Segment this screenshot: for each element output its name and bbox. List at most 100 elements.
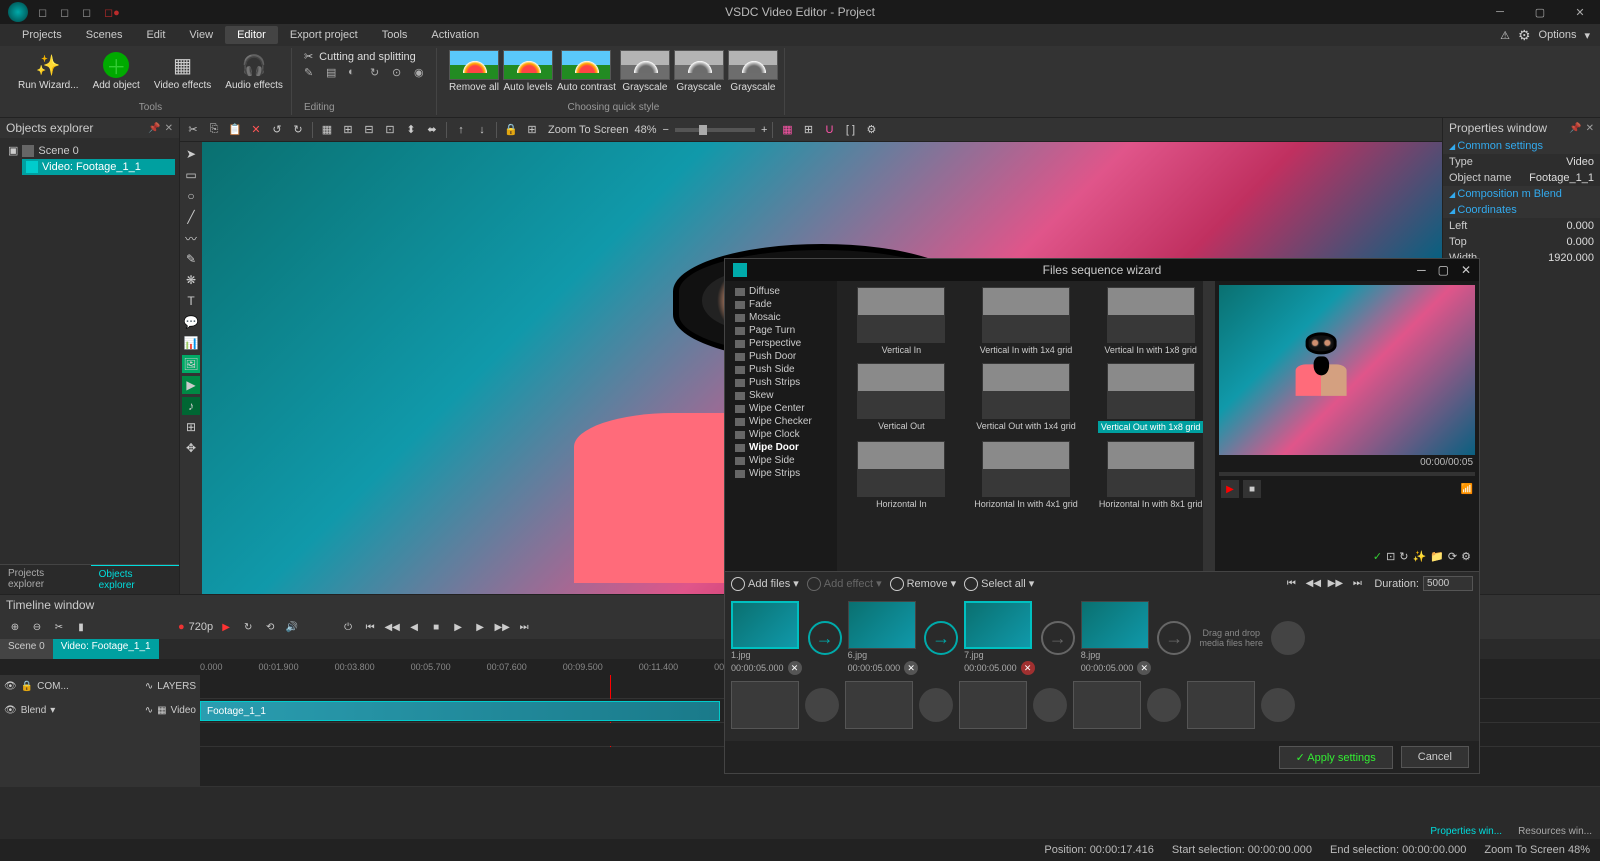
tl-step-fwd[interactable]: ▶ <box>471 618 489 636</box>
transition-item[interactable]: Push Door <box>729 350 833 363</box>
style-grayscale-2[interactable]: Grayscale <box>674 50 724 93</box>
rotate-icon[interactable]: ↻ <box>1399 550 1408 563</box>
pin-icon[interactable]: 📌 <box>148 123 160 134</box>
tree-video-node[interactable]: Video: Footage_1_1 <box>22 159 175 175</box>
folder-icon[interactable]: 📁 <box>1430 550 1444 563</box>
confirm-icon[interactable]: ✓ <box>1373 550 1382 563</box>
refresh-icon[interactable]: ⟳ <box>1448 550 1457 563</box>
transition-item[interactable]: Fade <box>729 298 833 311</box>
ptb-paste[interactable]: 📋 <box>226 121 244 139</box>
ptb-copy[interactable]: ⎘ <box>205 121 223 139</box>
sequence-item[interactable]: 1.jpg00:00:05.000✕ <box>731 601 802 675</box>
tl-cut[interactable]: ✂ <box>50 618 68 636</box>
ptb-align-4[interactable]: ⊡ <box>381 121 399 139</box>
menu-editor[interactable]: Editor <box>225 26 278 44</box>
crop-icon[interactable]: ⊡ <box>1386 550 1395 563</box>
sequence-arrow-icon[interactable]: → <box>808 621 842 655</box>
transition-item[interactable]: Wipe Checker <box>729 415 833 428</box>
volume-icon[interactable]: 📶 <box>1461 484 1473 495</box>
sequence-arrow-icon[interactable]: → <box>1157 621 1191 655</box>
track-header-2[interactable]: 👁 Blend ▾ ∿ ▦ Video <box>0 699 200 722</box>
sequence-drop-zone[interactable]: Drag and drop media files here <box>1197 620 1265 656</box>
track-header-empty2[interactable] <box>0 747 200 786</box>
status-tab-properties[interactable]: Properties win... <box>1422 824 1510 839</box>
effects-icon[interactable]: ✨ <box>1413 550 1427 563</box>
close-icon[interactable]: ✕ <box>165 123 173 134</box>
tree-scene-node[interactable]: ▣ Scene 0 <box>4 142 175 159</box>
eye-icon[interactable]: 👁 <box>4 681 17 692</box>
tl-tab-video[interactable]: Video: Footage_1_1 <box>53 639 159 659</box>
close-icon[interactable]: ✕ <box>1586 123 1594 134</box>
sequence-item[interactable]: 7.jpg00:00:05.000✕ <box>964 601 1035 675</box>
tool-chart[interactable]: 📊 <box>182 334 200 352</box>
ptb-gear[interactable]: ⚙ <box>862 121 880 139</box>
edit-tool-5[interactable]: ⊙ <box>392 66 408 82</box>
edit-tool-3[interactable]: ◐ <box>348 66 364 82</box>
open-icon[interactable] <box>60 6 72 18</box>
duration-input[interactable] <box>1423 576 1473 591</box>
menu-view[interactable]: View <box>177 26 225 44</box>
ptb-align-3[interactable]: ⊟ <box>360 121 378 139</box>
video-effects-button[interactable]: ▦ Video effects <box>152 50 213 93</box>
sequence-item[interactable]: 8.jpg00:00:05.000✕ <box>1081 601 1152 675</box>
dialog-titlebar[interactable]: Files sequence wizard ─ ▢ ✕ <box>725 259 1479 281</box>
tl-play2[interactable]: ▶ <box>449 618 467 636</box>
save-icon[interactable] <box>82 6 94 18</box>
eye-icon[interactable]: 👁 <box>4 705 17 716</box>
style-auto-levels[interactable]: Auto levels <box>503 50 553 93</box>
style-grayscale-3[interactable]: Grayscale <box>728 50 778 93</box>
sequence-arrow-icon[interactable]: → <box>1041 621 1075 655</box>
sequence-delete-button[interactable]: ✕ <box>1137 661 1151 675</box>
collapse-icon[interactable]: ▣ <box>8 144 18 157</box>
seq-last[interactable]: ⏭ <box>1348 575 1366 593</box>
ptb-align-5[interactable]: ⬍ <box>402 121 420 139</box>
tl-first[interactable]: ⏮ <box>361 618 379 636</box>
tl-next[interactable]: ▶▶ <box>493 618 511 636</box>
close-button[interactable]: ✕ <box>1560 0 1600 24</box>
dialog-close[interactable]: ✕ <box>1461 263 1471 277</box>
tl-remove[interactable]: ⊖ <box>28 618 46 636</box>
edit-tool-6[interactable]: ◉ <box>414 66 430 82</box>
ptb-redo[interactable]: ↻ <box>289 121 307 139</box>
tool-pointer[interactable]: ➤ <box>182 145 200 163</box>
tab-projects-explorer[interactable]: Projects explorer <box>0 565 91 594</box>
gear-icon[interactable] <box>1518 27 1531 44</box>
sequence-empty-thumb[interactable] <box>1073 681 1141 729</box>
resolution-label[interactable]: 720p <box>189 621 213 633</box>
settings-icon[interactable]: ⚙ <box>1461 550 1471 563</box>
timeline-clip[interactable]: Footage_1_1 <box>200 701 720 721</box>
ptb-align-6[interactable]: ⬌ <box>423 121 441 139</box>
add-files-button[interactable]: Add files ▾ <box>731 577 799 591</box>
select-all-button[interactable]: Select all ▾ <box>964 577 1034 591</box>
transition-preview[interactable]: Horizontal In with 4x1 grid <box>968 441 1085 509</box>
transition-preview[interactable]: Horizontal In <box>843 441 960 509</box>
new-icon[interactable] <box>38 6 50 18</box>
transition-preview[interactable]: Vertical Out with 1x4 grid <box>968 363 1085 433</box>
zoom-slider[interactable] <box>675 128 755 132</box>
audio-effects-button[interactable]: 🎧 Audio effects <box>223 50 285 93</box>
sequence-empty-thumb[interactable] <box>845 681 913 729</box>
transition-preview[interactable]: Horizontal In with 8x1 grid <box>1092 441 1209 509</box>
seq-prev[interactable]: ◀◀ <box>1304 575 1322 593</box>
preview-stop-button[interactable]: ■ <box>1243 480 1261 498</box>
transition-item[interactable]: Push Side <box>729 363 833 376</box>
dialog-minimize[interactable]: ─ <box>1417 263 1426 277</box>
track-header-empty[interactable] <box>0 723 200 746</box>
lock-icon[interactable]: 🔒 <box>21 681 33 692</box>
tool-text[interactable]: T <box>182 292 200 310</box>
preview-progress[interactable] <box>1219 472 1475 476</box>
menu-export[interactable]: Export project <box>278 26 370 44</box>
options-label[interactable]: Options <box>1539 29 1577 41</box>
transition-preview[interactable]: Vertical In <box>843 287 960 355</box>
transition-preview[interactable]: Vertical Out <box>843 363 960 433</box>
tool-image[interactable]: 🖼 <box>182 355 200 373</box>
menu-scenes[interactable]: Scenes <box>74 26 135 44</box>
transition-list[interactable]: DiffuseFadeMosaicPage TurnPerspectivePus… <box>725 281 837 571</box>
tl-prev[interactable]: ◀◀ <box>383 618 401 636</box>
menu-tools[interactable]: Tools <box>370 26 420 44</box>
ptb-delete[interactable]: ✕ <box>247 121 265 139</box>
waveform-icon[interactable]: ∿ <box>145 681 153 692</box>
maximize-button[interactable]: ▢ <box>1520 0 1560 24</box>
tool-audio[interactable]: ♪ <box>182 397 200 415</box>
transition-item[interactable]: Wipe Center <box>729 402 833 415</box>
